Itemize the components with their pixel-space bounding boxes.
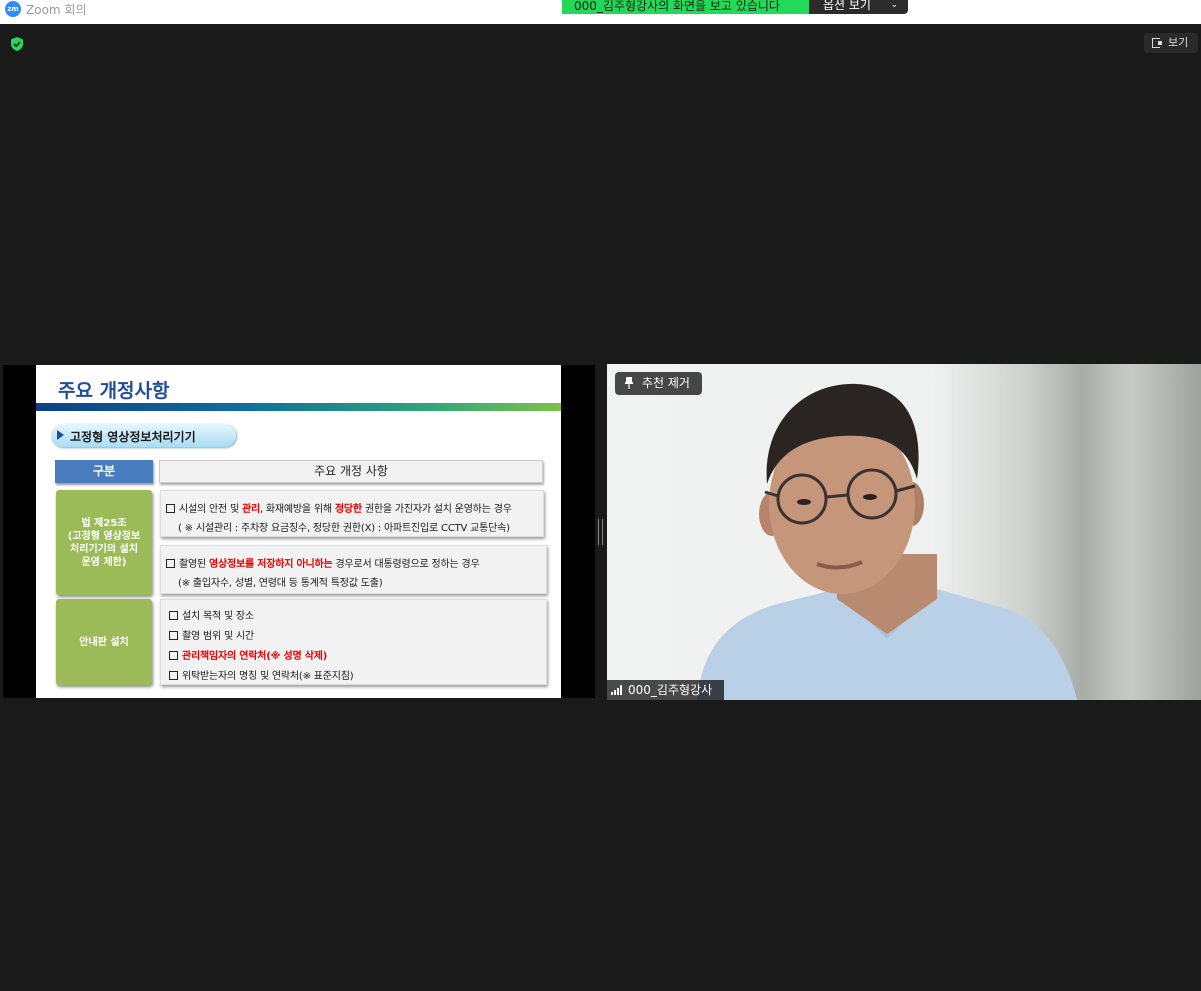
slide-title-underline — [36, 403, 561, 411]
highlight-text: 관리 — [241, 504, 260, 515]
participant-name: 000_김주형강사 — [628, 683, 713, 697]
text: 위탁받는자의 명칭 및 연락처(※ 표준지침) — [182, 671, 354, 682]
pin-icon — [625, 377, 633, 389]
category-law-25: 법 제25조 (고정형 영상정보 처리기기의 설치 운영 제한) — [56, 490, 152, 595]
checkbox-bullet-icon — [166, 504, 175, 513]
presentation-slide: 주요 개정사항 고정형 영상정보처리기기 구분 주요 개정 사항 법 제25조 … — [36, 365, 561, 698]
row3-line4: 위탁받는자의 명칭 및 연락처(※ 표준지침) — [169, 667, 354, 682]
view-layout-button[interactable]: 보기 — [1144, 33, 1198, 53]
shared-screen: 주요 개정사항 고정형 영상정보처리기기 구분 주요 개정 사항 법 제25조 … — [3, 365, 595, 698]
row3-line1: 설치 목적 및 장소 — [169, 607, 254, 622]
checkbox-bullet-icon — [169, 651, 178, 660]
checkbox-bullet-icon — [166, 559, 175, 568]
change-row-1: 시설의 안전 및 관리, 화재예방을 위해 정당한 권한을 가진자가 설치 운영… — [160, 490, 544, 537]
slide-title: 주요 개정사항 — [58, 380, 170, 402]
table-header-category: 구분 — [55, 460, 153, 483]
speaker-video-image — [697, 383, 1077, 700]
chevron-down-icon: ⌄ — [890, 0, 898, 10]
category-signboard: 안내판 설치 — [56, 599, 152, 685]
row3-line3: 관리책임자의 연락처(※ 성명 삭제) — [169, 647, 327, 662]
text: , 화재예방을 위해 — [259, 504, 335, 515]
checkbox-bullet-icon — [169, 611, 178, 620]
checkbox-bullet-icon — [169, 631, 178, 640]
view-options-button[interactable]: 옵션 보기 ⌄ — [809, 0, 908, 14]
zoom-logo-icon: zm — [5, 1, 21, 17]
section-label: 고정형 영상정보처리기기 — [70, 430, 196, 444]
window-title: Zoom 회의 — [26, 3, 87, 17]
text: 경우로서 대통령령으로 정하는 경우 — [332, 559, 480, 570]
view-layout-label: 보기 — [1168, 36, 1189, 49]
highlight-text: 정당한 — [334, 504, 362, 515]
row1-line2: ( ※ 시설관리 : 주차장 요금징수, 정당한 권한(X) : 아파트진입로 … — [178, 523, 510, 534]
table-header-changes: 주요 개정 사항 — [159, 460, 543, 483]
row3-line2: 촬영 범위 및 시간 — [169, 627, 254, 642]
view-options-label: 옵션 보기 — [823, 0, 871, 12]
remove-spotlight-label: 추천 제거 — [642, 376, 690, 390]
speaker-video[interactable]: 추천 제거 000_김주형강사 — [607, 364, 1201, 700]
section-pill: 고정형 영상정보처리기기 — [51, 424, 236, 447]
resize-divider-handle[interactable] — [598, 519, 603, 545]
remove-spotlight-button[interactable]: 추천 제거 — [615, 372, 702, 395]
checkbox-bullet-icon — [169, 671, 178, 680]
row2-line1: 촬영된 영상정보를 저장하지 아니하는 경우로서 대통령령으로 정하는 경우 — [166, 555, 480, 570]
layout-icon — [1152, 38, 1162, 48]
text: 촬영된 — [179, 559, 209, 570]
change-row-3: 설치 목적 및 장소 촬영 범위 및 시간 관리책임자의 연락처(※ 성명 삭제… — [160, 599, 547, 685]
row1-line1: 시설의 안전 및 관리, 화재예방을 위해 정당한 권한을 가진자가 설치 운영… — [166, 500, 512, 515]
highlight-text: 관리책임자의 연락처(※ 성명 삭제) — [182, 651, 328, 662]
text: 촬영 범위 및 시간 — [182, 631, 254, 642]
participant-name-tag: 000_김주형강사 — [607, 680, 724, 700]
highlight-text: 영상정보를 저장하지 아니하는 — [208, 559, 333, 570]
text: 시설의 안전 및 — [179, 504, 242, 515]
text: 권한을 가진자가 설치 운영하는 경우 — [361, 504, 512, 515]
signal-strength-icon — [611, 685, 622, 695]
change-row-2: 촬영된 영상정보를 저장하지 아니하는 경우로서 대통령령으로 정하는 경우 (… — [160, 545, 547, 594]
play-arrow-icon — [57, 430, 64, 440]
text: 설치 목적 및 장소 — [182, 611, 254, 622]
security-shield-icon[interactable] — [9, 36, 25, 52]
row2-line2: (※ 출입자수, 성별, 연령대 등 통계적 특정값 도출) — [178, 578, 383, 589]
screen-share-banner: 000_김주형강사의 화면을 보고 있습니다 — [562, 0, 809, 14]
